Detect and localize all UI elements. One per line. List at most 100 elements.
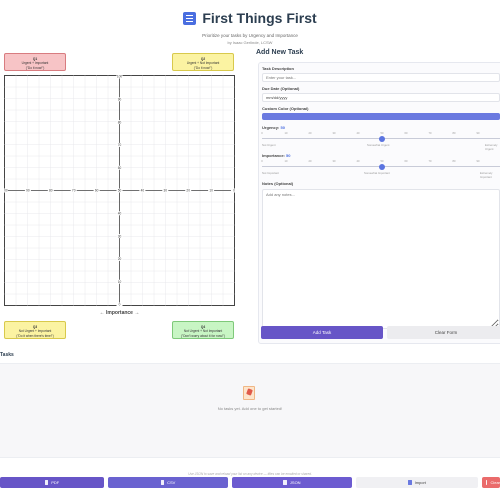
importance-tick-label: 60 xyxy=(404,160,408,163)
custom-color-picker[interactable] xyxy=(262,113,500,120)
quadrant-q4-line2: ("Don't worry about it for now!") xyxy=(181,333,225,338)
importance-tick-label: 80 xyxy=(452,160,456,163)
x-tick-label: 10 xyxy=(209,189,213,193)
form-buttons: Add Task Clear Form xyxy=(261,326,500,339)
x-tick-label: 90 xyxy=(26,189,30,193)
importance-tick-label: 20 xyxy=(308,160,312,163)
spreadsheet-icon xyxy=(160,480,165,485)
urgency-tick-label: 30 xyxy=(332,132,336,135)
urgency-tick-label: 0 xyxy=(261,132,263,135)
notes-textarea[interactable] xyxy=(262,189,500,329)
export-toolbar: PDF CSV JSON Import Clear xyxy=(0,477,500,488)
quadrant-q1-line2: ("Do it now!") xyxy=(25,65,45,70)
urgency-tick-label: 50 xyxy=(380,132,384,135)
importance-label: Importance: 50 xyxy=(262,153,500,158)
app-author: by Isaac Gerlinde, LCSW xyxy=(227,39,273,45)
y-tick-label: 60 xyxy=(118,166,122,170)
importance-tick-label: 0 xyxy=(261,160,263,163)
y-tick-label: 50 xyxy=(118,189,122,193)
urgency-value: 50 xyxy=(280,125,285,130)
notes-label: Notes (Optional) xyxy=(262,181,294,186)
urgency-captions: Not Urgent Somewhat Urgent Extremely Urg… xyxy=(262,143,500,151)
clear-all-label: Clear xyxy=(490,480,500,485)
importance-tick-label: 50 xyxy=(380,160,384,163)
urgency-tick-label: 40 xyxy=(356,132,360,135)
task-description-label: Task Description xyxy=(262,66,294,71)
importance-value: 50 xyxy=(286,153,291,158)
urgency-caption-mid: Somewhat Urgent xyxy=(367,143,390,147)
importance-tick-label: 40 xyxy=(356,160,360,163)
export-csv-button[interactable]: CSV xyxy=(108,477,228,488)
priority-matrix-grid[interactable]: 1009080706050403020100100908070605040302… xyxy=(4,75,235,306)
y-tick-label: 70 xyxy=(118,143,122,147)
quadrant-label-q3: Q3 Not Urgent + Important ("Do it when t… xyxy=(4,321,66,339)
due-date-label: Due Date (Optional) xyxy=(262,86,300,91)
urgency-caption-left: Not Urgent xyxy=(262,143,276,147)
urgency-tick-label: 10 xyxy=(284,132,288,135)
empty-state-text: No tasks yet. Add one to get started! xyxy=(217,406,283,411)
document-icon xyxy=(44,480,49,485)
app-header: First Things First Prioritize your tasks… xyxy=(0,10,500,45)
importance-captions: Not Important Somewhat Important Extreme… xyxy=(262,171,500,179)
add-task-button[interactable]: Add Task xyxy=(261,326,383,339)
custom-color-label: Custom Color (Optional) xyxy=(262,106,309,111)
import-label: Import xyxy=(414,480,426,485)
quadrant-label-q2: Q2 Urgent + Not Important ("Do it now!") xyxy=(172,53,234,71)
add-task-title: Add New Task xyxy=(256,49,304,56)
x-tick-label: 80 xyxy=(49,189,53,193)
importance-label-text: Importance: xyxy=(262,153,285,158)
quadrant-label-q1: Q1 Urgent + Important ("Do it now!") xyxy=(4,53,66,71)
upload-icon xyxy=(408,480,412,485)
importance-slider[interactable]: 0102030405060708090100 xyxy=(261,160,500,170)
importance-caption-left: Not Important xyxy=(262,171,279,175)
task-description-input[interactable] xyxy=(262,73,500,82)
x-tick-label: 30 xyxy=(164,189,168,193)
importance-tick-label: 70 xyxy=(428,160,432,163)
importance-tick-label: 10 xyxy=(284,160,288,163)
importance-caption-mid: Somewhat Important xyxy=(364,171,390,175)
export-csv-label: CSV xyxy=(167,480,176,485)
file-icon xyxy=(283,480,287,485)
urgency-tick-label: 20 xyxy=(308,132,312,135)
y-tick-label: 40 xyxy=(118,212,122,216)
export-pdf-label: PDF xyxy=(51,480,60,485)
matrix-icon xyxy=(183,11,197,25)
export-pdf-button[interactable]: PDF xyxy=(0,477,104,488)
urgency-tick-label: 90 xyxy=(476,132,480,135)
y-tick-label: 100 xyxy=(117,75,123,79)
memo-icon xyxy=(243,386,255,400)
quadrant-q2-line2: ("Do it now!") xyxy=(193,65,213,70)
due-date-input[interactable]: mm/dd/yyyy xyxy=(262,93,500,102)
x-tick-label: 0 xyxy=(233,189,235,193)
priority-matrix[interactable]: 1009080706050403020100100908070605040302… xyxy=(4,75,235,306)
quadrant-q3-line2: ("Do it when there's time!") xyxy=(16,333,54,338)
export-json-button[interactable]: JSON xyxy=(232,477,352,488)
urgency-tick-label: 70 xyxy=(428,132,432,135)
x-tick-label: 60 xyxy=(95,189,99,193)
footer-note: Use JSON to save and reload your list on… xyxy=(188,472,312,476)
export-json-label: JSON xyxy=(289,480,301,485)
clear-form-button[interactable]: Clear Form xyxy=(387,326,500,339)
urgency-caption-right: Extremely Urgent xyxy=(485,143,498,151)
y-tick-label: 0 xyxy=(119,303,121,306)
urgency-slider-thumb[interactable] xyxy=(379,135,385,142)
app-subtitle: Prioritize your tasks by Urgency and Imp… xyxy=(202,32,298,38)
y-tick-label: 80 xyxy=(118,120,122,124)
import-button[interactable]: Import xyxy=(356,477,478,488)
importance-axis-label: ← Importance → xyxy=(99,310,140,316)
x-tick-label: 70 xyxy=(72,189,76,193)
urgency-slider[interactable]: 0102030405060708090100 xyxy=(261,132,500,142)
y-tick-label: 20 xyxy=(118,257,122,261)
importance-tick-label: 90 xyxy=(476,160,480,163)
trash-icon xyxy=(486,480,488,485)
urgency-tick-label: 60 xyxy=(404,132,408,135)
tasks-heading: Tasks xyxy=(0,352,14,358)
app-title-text: First Things First xyxy=(202,10,317,26)
urgency-label-text: Urgency: xyxy=(262,125,280,130)
importance-caption-right: Extremely Important xyxy=(480,171,493,179)
quadrant-label-q4: Q4 Not Urgent + Not Important ("Don't wo… xyxy=(172,321,234,339)
clear-all-button[interactable]: Clear xyxy=(482,477,500,488)
add-task-form: Task Description Due Date (Optional) mm/… xyxy=(258,62,500,344)
y-tick-label: 10 xyxy=(118,280,122,284)
importance-slider-thumb[interactable] xyxy=(379,163,385,170)
